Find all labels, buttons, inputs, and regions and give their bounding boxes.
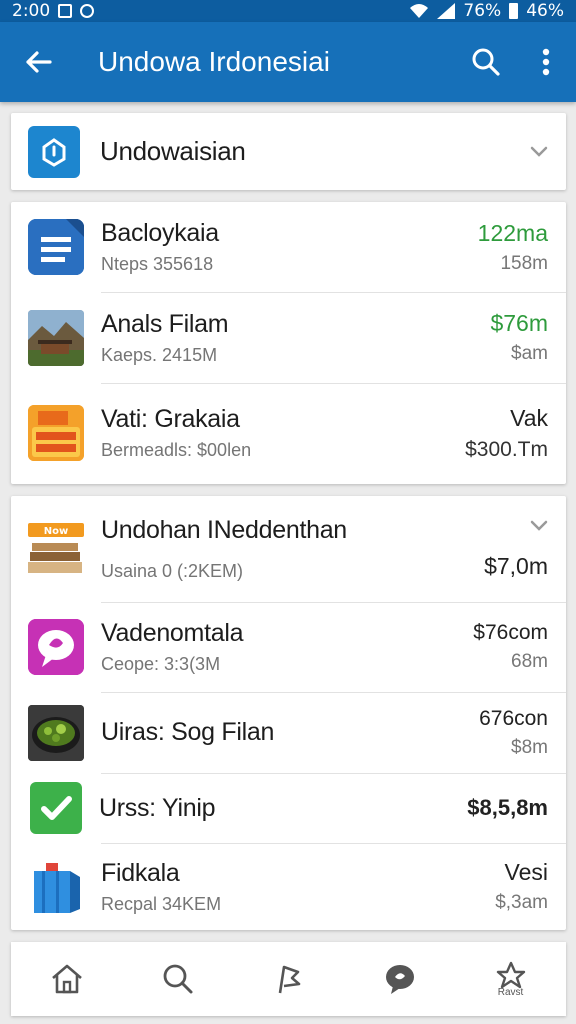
list-item[interactable]: Vadenomtala Ceope: 3:3(3M $76com 68m	[11, 602, 566, 692]
item-name: Fidkala	[101, 858, 180, 887]
landscape-photo-icon	[28, 309, 84, 366]
item-value: Vak	[510, 404, 548, 431]
item-value-secondary: $300.Tm	[465, 437, 548, 461]
books-icon: Now	[28, 521, 84, 577]
item-subtitle: Nteps 355618	[101, 254, 214, 274]
item-name: Vati: Grakaia	[101, 405, 240, 433]
status-time: 2:00	[12, 1, 51, 21]
list-item[interactable]: Urss: Yinip $8,5,8m	[11, 773, 566, 843]
item-value-secondary: $am	[511, 343, 548, 364]
nav-search[interactable]	[143, 949, 213, 1009]
app-list-card: Bacloykaia Nteps 355618 122ma 158m Anals…	[11, 202, 566, 484]
item-name: Bacloykaia	[101, 219, 219, 247]
item-value: 122ma	[477, 219, 548, 246]
item-name: Anals Filam	[101, 309, 229, 338]
signal-percent: 76%	[463, 1, 502, 21]
group-title: Undowaisian	[100, 136, 246, 166]
item-value-secondary: 68m	[511, 651, 548, 672]
shopping-bag-icon	[28, 859, 84, 915]
item-subtitle: Recpal 34KEM	[101, 893, 222, 914]
nav-home[interactable]	[32, 949, 102, 1009]
chevron-down-icon[interactable]	[530, 520, 548, 532]
item-subtitle: Ceope: 3:3(3M	[101, 654, 221, 674]
badge-text: Now	[44, 526, 68, 537]
signal-icon	[437, 3, 456, 19]
star-icon	[496, 961, 525, 988]
group-header-card[interactable]: Undowaisian	[11, 113, 566, 190]
item-value-secondary: $,3am	[495, 892, 548, 913]
item-value-secondary: $8m	[511, 736, 548, 758]
search-icon	[163, 964, 192, 994]
overflow-menu-button[interactable]	[516, 22, 576, 102]
item-name: Urss: Yinip	[99, 793, 216, 822]
item-value: $76com	[473, 621, 548, 644]
app-bar: Undowa Irdonesiai	[0, 22, 576, 102]
nav-chat[interactable]	[365, 949, 435, 1009]
battery-icon	[509, 3, 519, 19]
battery-percent: 46%	[526, 1, 564, 21]
flag-icon	[278, 965, 300, 994]
item-subtitle: Kaeps. 2415M	[101, 344, 218, 365]
list-group-header[interactable]: Now Undohan INeddenthan Usaina 0 (:2KEM)…	[11, 496, 566, 602]
chat-icon	[385, 965, 414, 994]
nav-favorites[interactable]: Ravst	[476, 949, 546, 1009]
search-icon	[472, 48, 500, 76]
list-item[interactable]: Vati: Grakaia Bermeadls: $00len Vak $300…	[11, 383, 566, 483]
chevron-down-icon[interactable]	[530, 146, 548, 158]
page-title: Undowa Irdonesiai	[98, 46, 330, 77]
app-list-card-two: Now Undohan INeddenthan Usaina 0 (:2KEM)…	[11, 496, 566, 930]
item-value-secondary: 158m	[500, 252, 548, 274]
chat-bubble-icon	[28, 619, 84, 675]
item-value: 676con	[479, 706, 548, 730]
item-name: Undohan INeddenthan	[101, 516, 347, 544]
location-icon	[80, 4, 95, 18]
food-bowl-icon	[28, 704, 84, 761]
list-item[interactable]: Anals Filam Kaeps. 2415M $76m $am	[11, 292, 566, 383]
document-icon	[28, 219, 84, 275]
item-value: $8,5,8m	[467, 795, 548, 820]
item-name: Vadenomtala	[101, 619, 244, 647]
status-bar: 2:00 76% 46%	[0, 0, 576, 22]
item-name: Uiras: Sog Filan	[101, 718, 275, 746]
item-value: Vesi	[504, 859, 548, 885]
notification-icon	[58, 4, 73, 18]
list-item[interactable]: Uiras: Sog Filan 676con $8m	[11, 692, 566, 773]
bottom-navigation: Ravst	[11, 942, 566, 1016]
item-subtitle: Bermeadls: $00len	[101, 440, 252, 460]
search-button[interactable]	[456, 22, 516, 102]
item-value: $7,0m	[484, 552, 548, 579]
item-subtitle: Usaina 0 (:2KEM)	[101, 561, 244, 581]
checkmark-icon	[30, 782, 82, 834]
back-button[interactable]	[0, 22, 76, 102]
home-icon	[51, 964, 82, 994]
wifi-icon	[410, 4, 429, 18]
more-vert-icon	[542, 48, 550, 76]
list-item[interactable]: Fidkala Recpal 34KEM Vesi $,3am	[11, 843, 566, 930]
game-box-icon	[28, 405, 84, 461]
list-item[interactable]: Bacloykaia Nteps 355618 122ma 158m	[11, 202, 566, 292]
item-value: $76m	[490, 310, 548, 336]
nav-flag[interactable]	[254, 949, 324, 1009]
nav-favorites-label: Ravst	[497, 986, 524, 998]
group-logo-icon	[28, 125, 80, 178]
back-arrow-icon	[26, 51, 52, 73]
